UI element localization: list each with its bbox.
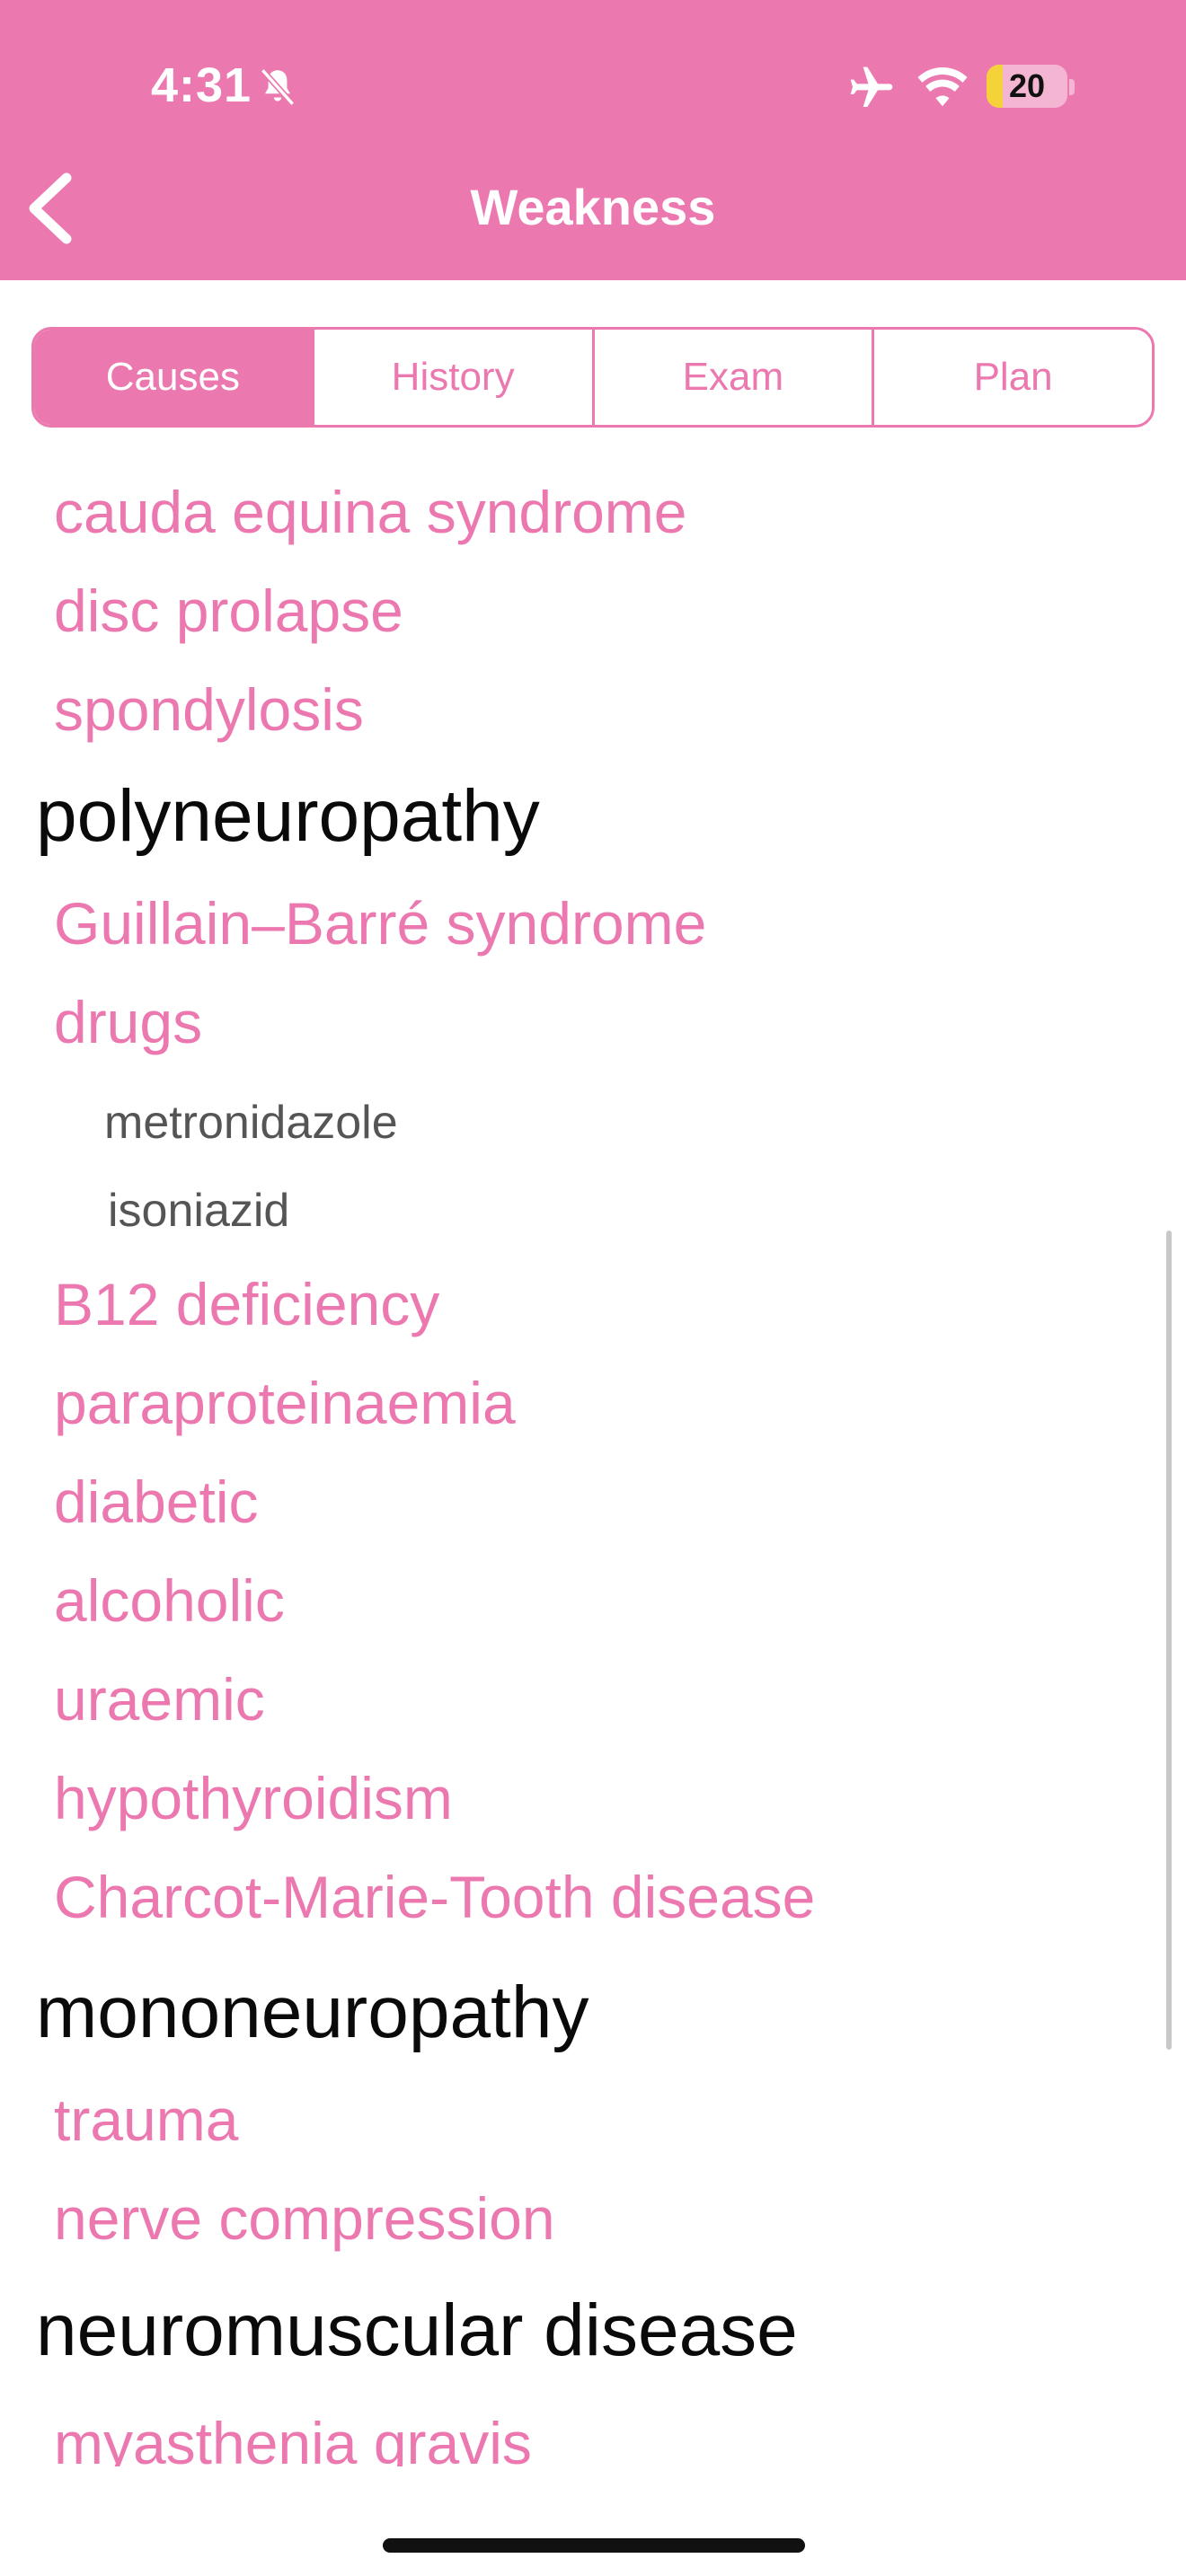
cause-link[interactable]: cauda equina syndrome [54, 478, 686, 546]
page-title: Weakness [470, 179, 716, 235]
cause-link[interactable]: uraemic [54, 1665, 265, 1734]
tab-exam[interactable]: Exam [595, 330, 875, 425]
nav-header: 4:31 20 Weakness [0, 0, 1186, 280]
sub-list-item: isoniazid [108, 1185, 290, 1237]
scrollbar[interactable] [1166, 1231, 1172, 2050]
causes-list: cauda equina syndrome disc prolapse spondy… [0, 449, 1186, 2466]
cause-link[interactable]: nerve compression [54, 2184, 555, 2253]
battery-indicator: 20 [987, 65, 1067, 108]
tab-plan[interactable]: Plan [874, 330, 1152, 425]
section-heading: polyneuropathy [36, 775, 540, 857]
battery-cap [1069, 79, 1075, 95]
cause-link[interactable]: disc prolapse [54, 577, 403, 645]
section-heading: neuromuscular disease [36, 2289, 798, 2371]
battery-level: 20 [1008, 67, 1046, 104]
cause-link[interactable]: Charcot-Marie-Tooth disease [54, 1863, 815, 1931]
wifi-icon [917, 67, 968, 107]
cause-link[interactable]: B12 deficiency [54, 1270, 439, 1338]
cause-link[interactable]: myasthenia gravis [54, 2409, 532, 2466]
airplane-icon [850, 66, 893, 107]
sub-list-item: metronidazole [104, 1097, 398, 1149]
status-time: 4:31 [151, 58, 252, 112]
cause-link[interactable]: diabetic [54, 1468, 259, 1536]
cause-link[interactable]: Guillain–Barré syndrome [54, 889, 706, 957]
cause-link[interactable]: hypothyroidism [54, 1764, 453, 1832]
tab-history[interactable]: History [314, 330, 595, 425]
cause-link[interactable]: trauma [54, 2086, 238, 2154]
segmented-control: Causes History Exam Plan [31, 327, 1155, 428]
cause-link[interactable]: spondylosis [54, 675, 364, 744]
tab-causes[interactable]: Causes [34, 330, 314, 425]
cause-link[interactable]: paraproteinaemia [54, 1369, 516, 1437]
cause-link[interactable]: alcoholic [54, 1566, 285, 1635]
cause-link[interactable]: drugs [54, 988, 202, 1056]
section-heading: mononeuropathy [36, 1972, 589, 2053]
home-indicator[interactable] [383, 2538, 805, 2553]
bell-off-icon [260, 68, 296, 106]
